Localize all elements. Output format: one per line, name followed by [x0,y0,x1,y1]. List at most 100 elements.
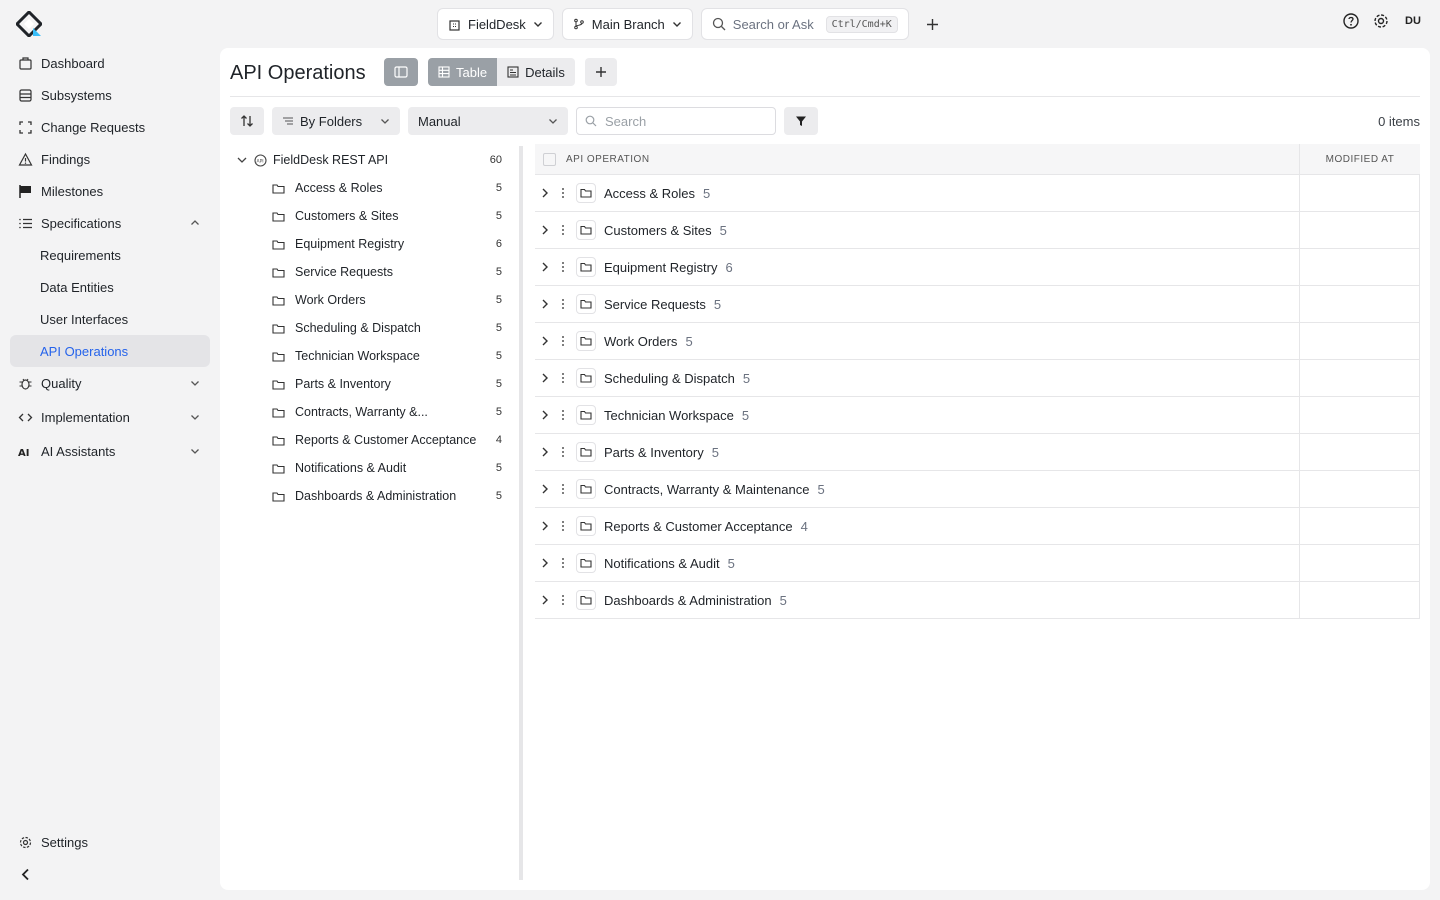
panel-splitter[interactable] [519,146,523,880]
table-row[interactable]: Parts & Inventory 5 [535,434,1420,471]
branch-selector[interactable]: Main Branch [561,8,693,40]
tree-root[interactable]: API FieldDesk REST API 60 [230,146,514,174]
operations-search-input[interactable]: Search [576,107,776,135]
tree-folder-item[interactable]: Notifications & Audit 5 [230,454,514,482]
sort-mode-select[interactable]: Manual [408,107,568,135]
more-vertical-icon[interactable] [558,371,568,385]
chevron-right-icon[interactable] [538,186,552,200]
tree-folder-item[interactable]: Reports & Customer Acceptance 4 [230,426,514,454]
more-vertical-icon[interactable] [558,408,568,422]
more-vertical-icon[interactable] [558,593,568,607]
sidebar-item-implementation[interactable]: Implementation [10,401,210,433]
tree-folder-item[interactable]: Contracts, Warranty &... 5 [230,398,514,426]
more-vertical-icon[interactable] [558,186,568,200]
table-row[interactable]: Notifications & Audit 5 [535,545,1420,582]
more-vertical-icon[interactable] [558,445,568,459]
sidebar-item-dashboard[interactable]: Dashboard [10,47,210,79]
sidebar-item-label: User Interfaces [40,311,129,327]
sidebar-item-milestones[interactable]: Milestones [10,175,210,207]
table-row[interactable]: Reports & Customer Acceptance 4 [535,508,1420,545]
more-vertical-icon[interactable] [558,556,568,570]
tree-folder-item[interactable]: Customers & Sites 5 [230,202,514,230]
tree-folder-item[interactable]: Equipment Registry 6 [230,230,514,258]
table-row[interactable]: Equipment Registry 6 [535,249,1420,286]
row-count: 5 [779,592,787,608]
table-row[interactable]: Work Orders 5 [535,323,1420,360]
more-vertical-icon[interactable] [558,482,568,496]
chevron-right-icon[interactable] [538,371,552,385]
tree-folder-item[interactable]: Scheduling & Dispatch 5 [230,314,514,342]
more-vertical-icon[interactable] [558,297,568,311]
column-api-operation[interactable]: API OPERATION [566,154,650,165]
row-border [1419,175,1420,211]
table-row[interactable]: Customers & Sites 5 [535,212,1420,249]
global-search[interactable]: Search or Ask Ctrl/Cmd+K [700,8,909,40]
sidebar-item-label: Change Requests [41,119,146,135]
table-row[interactable]: Scheduling & Dispatch 5 [535,360,1420,397]
operations-table: API OPERATION MODIFIED AT Access & Roles… [535,143,1420,619]
sidebar-item-ai-assistants[interactable]: AI AI Assistants [10,435,210,467]
global-search-placeholder: Search or Ask [732,16,814,32]
folder-icon [272,435,285,446]
sidebar-item-requirements[interactable]: Requirements [10,239,210,271]
table-view-button[interactable]: Table [428,58,498,86]
table-row[interactable]: Contracts, Warranty & Maintenance 5 [535,471,1420,508]
more-vertical-icon[interactable] [558,334,568,348]
help-icon[interactable] [1342,12,1360,30]
chevron-right-icon[interactable] [538,519,552,533]
chevron-right-icon[interactable] [538,334,552,348]
tree-folder-item[interactable]: Access & Roles 5 [230,174,514,202]
items-count: 0 items [1378,114,1420,129]
tree-folder-item[interactable]: Dashboards & Administration 5 [230,482,514,510]
user-avatar[interactable]: DU [1402,15,1424,27]
sort-button[interactable] [230,107,264,135]
building-icon [449,19,460,31]
sidebar-item-api-operations[interactable]: API Operations [10,335,210,367]
sidebar-item-user-interfaces[interactable]: User Interfaces [10,303,210,335]
row-modified-at [1299,175,1420,211]
sidebar-item-findings[interactable]: Findings [10,143,210,175]
more-vertical-icon[interactable] [558,223,568,237]
create-button[interactable] [917,8,949,40]
table-row[interactable]: Dashboards & Administration 5 [535,582,1420,619]
row-border [1419,212,1420,248]
sidebar-item-change-requests[interactable]: Change Requests [10,111,210,143]
app-logo[interactable] [16,11,42,37]
search-icon [712,17,726,31]
collapse-sidebar-button[interactable] [10,858,210,890]
group-by-select[interactable]: By Folders [272,107,400,135]
sidebar-item-subsystems[interactable]: Subsystems [10,79,210,111]
toggle-tree-panel-button[interactable] [384,58,418,86]
more-vertical-icon[interactable] [558,519,568,533]
chevron-right-icon[interactable] [538,482,552,496]
gear-icon[interactable] [1372,12,1390,30]
chevron-right-icon[interactable] [538,260,552,274]
chevron-right-icon[interactable] [538,556,552,570]
column-modified-at[interactable]: MODIFIED AT [1299,143,1420,175]
table-row[interactable]: Access & Roles 5 [535,175,1420,212]
table-row[interactable]: Technician Workspace 5 [535,397,1420,434]
project-selector[interactable]: FieldDesk [437,8,554,40]
chevron-right-icon[interactable] [538,445,552,459]
sidebar-item-data-entities[interactable]: Data Entities [10,271,210,303]
chevron-right-icon[interactable] [538,408,552,422]
operations-search-placeholder: Search [605,113,647,129]
tree-folder-item[interactable]: Work Orders 5 [230,286,514,314]
add-operation-button[interactable] [584,58,617,86]
tree-folder-item[interactable]: Service Requests 5 [230,258,514,286]
table-row[interactable]: Service Requests 5 [535,286,1420,323]
tree-folder-item[interactable]: Technician Workspace 5 [230,342,514,370]
row-border [1419,286,1420,322]
chevron-right-icon[interactable] [538,593,552,607]
sidebar-item-quality[interactable]: Quality [10,367,210,399]
sidebar-item-settings[interactable]: Settings [10,826,210,858]
filter-button[interactable] [784,107,818,135]
chevron-right-icon[interactable] [538,223,552,237]
more-vertical-icon[interactable] [558,260,568,274]
row-count: 5 [703,185,711,201]
sidebar-item-specifications[interactable]: Specifications [10,207,210,239]
chevron-right-icon[interactable] [538,297,552,311]
details-view-button[interactable]: Details [497,58,575,86]
tree-folder-item[interactable]: Parts & Inventory 5 [230,370,514,398]
select-all-checkbox[interactable] [543,152,556,166]
